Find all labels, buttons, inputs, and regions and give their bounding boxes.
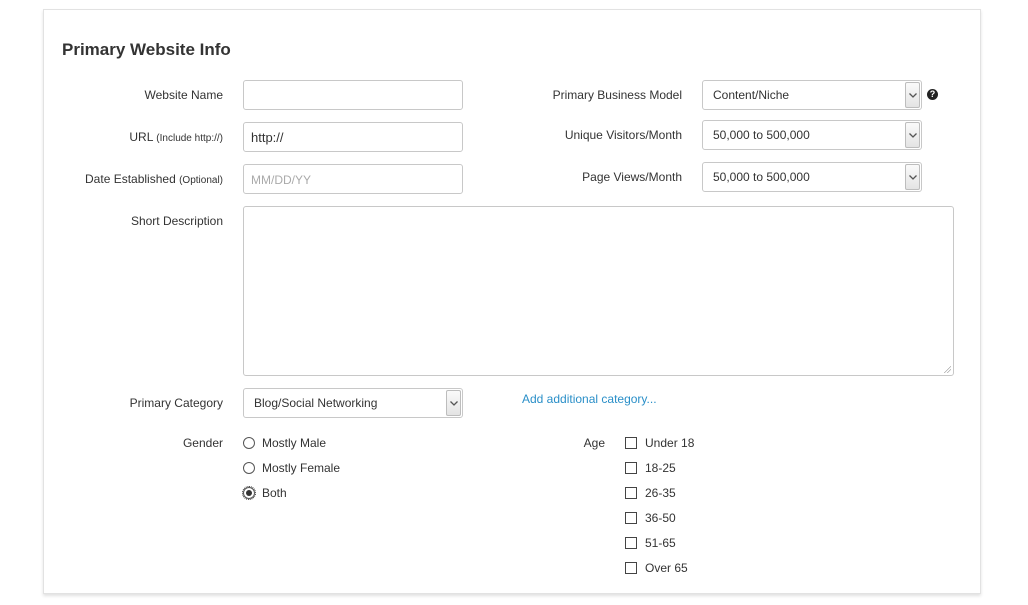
gender-option-mostly-male[interactable]: Mostly Male bbox=[243, 435, 340, 451]
checkbox[interactable] bbox=[625, 562, 637, 574]
checkbox[interactable] bbox=[625, 462, 637, 474]
help-icon[interactable]: ? bbox=[927, 89, 938, 100]
age-option-label: 26-35 bbox=[645, 486, 676, 500]
gender-option-label: Both bbox=[262, 486, 287, 500]
gender-option-label: Mostly Female bbox=[262, 461, 341, 475]
gender-option-mostly-female[interactable]: Mostly Female bbox=[243, 460, 340, 476]
chevron-down-icon[interactable] bbox=[905, 164, 920, 190]
checkbox[interactable] bbox=[625, 512, 637, 524]
radio-button[interactable] bbox=[243, 437, 255, 449]
age-option-label: 36-50 bbox=[645, 511, 676, 525]
unique-visitors-value: 50,000 to 500,000 bbox=[713, 128, 810, 142]
checkbox[interactable] bbox=[625, 537, 637, 549]
page-title: Primary Website Info bbox=[62, 40, 231, 59]
age-options: Under 18 18-25 26-35 36-50 51-65 Over 65 bbox=[625, 435, 694, 576]
date-established-input[interactable] bbox=[243, 164, 463, 194]
radio-button-selected[interactable] bbox=[242, 486, 256, 500]
primary-category-label: Primary Category bbox=[129, 396, 223, 410]
radio-button[interactable] bbox=[243, 462, 255, 474]
date-established-label: Date Established (Optional) bbox=[85, 172, 223, 186]
checkbox[interactable] bbox=[625, 437, 637, 449]
age-option-label: 51-65 bbox=[645, 536, 676, 550]
short-description-textarea[interactable] bbox=[243, 206, 954, 376]
age-option-label: Under 18 bbox=[645, 436, 695, 450]
url-input[interactable] bbox=[243, 122, 463, 152]
checkbox[interactable] bbox=[625, 487, 637, 499]
chevron-down-icon[interactable] bbox=[905, 82, 920, 108]
gender-label: Gender bbox=[182, 436, 223, 450]
url-label: URL (Include http://) bbox=[129, 130, 223, 144]
age-option-18-25[interactable]: 18-25 bbox=[625, 460, 694, 476]
business-model-label: Primary Business Model bbox=[552, 88, 682, 102]
age-label: Age bbox=[583, 436, 605, 450]
resize-grip-icon[interactable] bbox=[943, 365, 951, 373]
gender-option-label: Mostly Male bbox=[262, 436, 327, 450]
website-name-input[interactable] bbox=[243, 80, 463, 110]
age-option-26-35[interactable]: 26-35 bbox=[625, 485, 694, 501]
age-option-over-65[interactable]: Over 65 bbox=[625, 560, 694, 576]
unique-visitors-label: Unique Visitors/Month bbox=[564, 128, 682, 142]
add-category-link[interactable]: Add additional category... bbox=[522, 392, 657, 406]
age-option-36-50[interactable]: 36-50 bbox=[625, 510, 694, 526]
chevron-down-icon[interactable] bbox=[446, 390, 461, 416]
unique-visitors-select[interactable]: 50,000 to 500,000 bbox=[702, 120, 922, 150]
age-option-under-18[interactable]: Under 18 bbox=[625, 435, 694, 451]
business-model-value: Content/Niche bbox=[713, 88, 790, 102]
business-model-select[interactable]: Content/Niche bbox=[702, 80, 922, 110]
primary-category-value: Blog/Social Networking bbox=[254, 396, 378, 410]
age-option-label: Over 65 bbox=[645, 561, 688, 575]
primary-category-select[interactable]: Blog/Social Networking bbox=[243, 388, 463, 418]
url-hint: (Include http://) bbox=[156, 133, 223, 144]
gender-options: Mostly Male Mostly Female Both bbox=[242, 435, 340, 501]
url-label-text: URL bbox=[129, 130, 153, 144]
radio-dot-icon bbox=[246, 490, 252, 496]
date-established-label-text: Date Established bbox=[85, 172, 176, 186]
short-description-label: Short Description bbox=[130, 214, 223, 228]
chevron-down-icon[interactable] bbox=[905, 122, 920, 148]
short-description-wrapper bbox=[243, 206, 954, 376]
website-name-label: Website Name bbox=[144, 88, 223, 102]
age-option-label: 18-25 bbox=[645, 461, 676, 475]
age-option-51-65[interactable]: 51-65 bbox=[625, 535, 694, 551]
page-views-select[interactable]: 50,000 to 500,000 bbox=[702, 162, 922, 192]
page-views-value: 50,000 to 500,000 bbox=[713, 170, 810, 184]
page-views-label: Page Views/Month bbox=[582, 170, 682, 184]
gender-option-both[interactable]: Both bbox=[242, 485, 340, 501]
date-established-hint: (Optional) bbox=[179, 175, 223, 186]
